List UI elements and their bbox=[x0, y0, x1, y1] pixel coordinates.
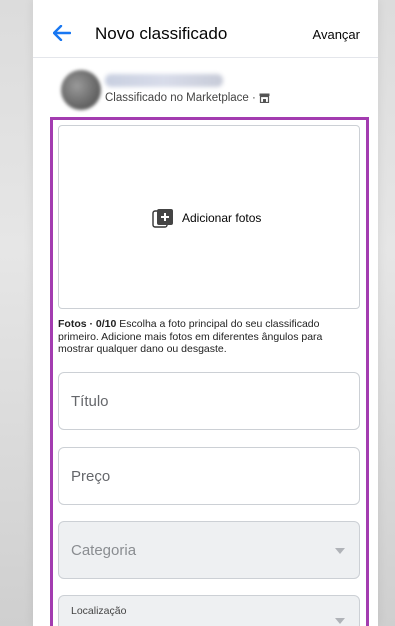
highlight-frame bbox=[50, 117, 369, 626]
top-bar: Novo classificado Avançar bbox=[33, 0, 378, 58]
next-button[interactable]: Avançar bbox=[313, 27, 360, 42]
shop-icon bbox=[259, 93, 270, 103]
avatar bbox=[61, 70, 101, 110]
listing-type-label: Classificado no Marketplace · bbox=[105, 92, 256, 104]
seller-profile: Classificado no Marketplace · bbox=[61, 70, 361, 114]
back-button[interactable] bbox=[51, 22, 73, 44]
page-title: Novo classificado bbox=[95, 24, 228, 43]
arrow-left-icon bbox=[53, 25, 71, 41]
profile-name-redacted bbox=[105, 74, 223, 87]
listing-type: Classificado no Marketplace · bbox=[105, 92, 270, 104]
